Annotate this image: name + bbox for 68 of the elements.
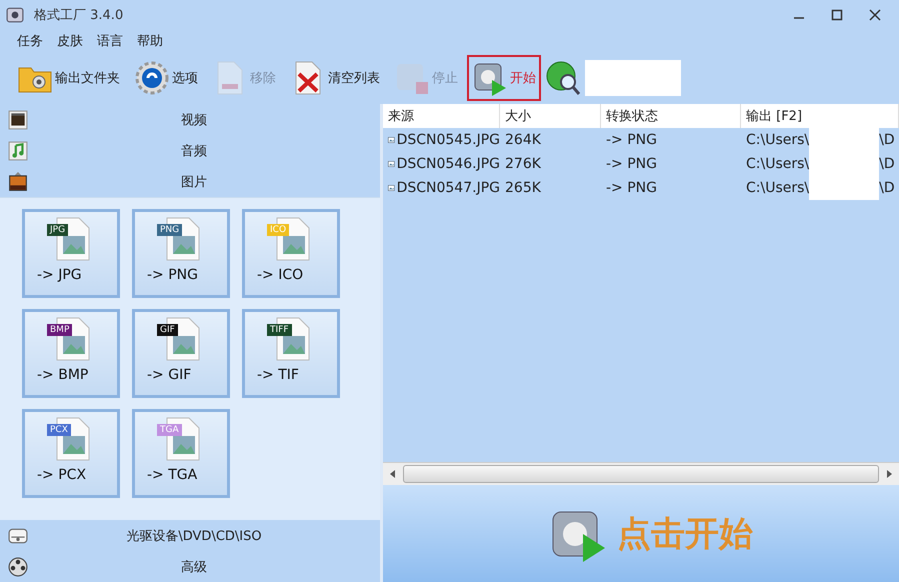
category-item[interactable]: 光驱设备\DVD\CD\ISO [0,520,380,551]
format-tag: TGA [157,424,182,436]
gear-icon [134,60,170,96]
table-cell: DSCN0547.JPG [396,180,500,196]
table-cell-text: 276K [504,156,542,172]
table-cell-text: -> PNG [605,156,658,172]
window-title: 格式工厂 3.4.0 [34,7,124,24]
maximize-icon[interactable] [831,9,843,21]
table-cell-text: -> PNG [605,180,658,196]
toolbar-button[interactable]: 输出文件夹 [12,55,125,101]
menu-item[interactable]: 帮助 [137,32,163,50]
category-item[interactable]: 音频 [0,135,380,166]
close-icon[interactable] [869,9,881,21]
column-header[interactable]: 大小 [500,104,601,128]
category-label: 光驱设备\DVD\CD\ISO [125,528,263,544]
format-tile[interactable]: JPG -> JPG [22,209,120,298]
category-item[interactable]: 视频 [0,104,380,135]
format-tile[interactable]: BMP -> BMP [22,309,120,398]
left-arrow-icon[interactable] [390,470,396,478]
right-arrow-icon[interactable] [886,470,892,478]
table-cell: C:\Users\ [746,132,810,148]
category-label: 音频 [180,142,208,160]
table-cell: \D [879,132,895,148]
table-cell: DSCN0545.JPG [396,132,500,148]
format-tag: PNG [157,224,182,236]
menu-item[interactable]: 任务 [17,32,43,50]
table-cell: C:\Users\ [746,180,810,196]
format-tag: JPG [47,224,68,236]
horizontal-scrollbar[interactable] [383,462,899,485]
table-cell: DSCN0546.JPG [396,156,500,172]
table-cell: \D [879,156,895,172]
format-tag: BMP [47,324,72,336]
format-tile[interactable]: GIF -> GIF [132,309,230,398]
clapperboard-icon [8,110,28,130]
image-file-icon [388,182,395,194]
sunset-picture-icon [8,172,28,192]
category-item[interactable]: 高级 [0,551,380,582]
format-tile[interactable]: PNG -> PNG [132,209,230,298]
table-cell-text: -> PNG [605,132,658,148]
image-file-icon [388,134,395,146]
toolbar-button[interactable]: 开始 [467,55,541,101]
category-label: 视频 [180,112,208,128]
toolbar-button[interactable]: 清空列表 [285,55,385,101]
format-tag: GIF [157,324,178,336]
globe-search-icon[interactable] [545,60,581,96]
film-reel-icon [8,556,28,576]
image-file-icon [388,158,395,170]
column-header[interactable]: 来源 [383,104,500,128]
format-tile[interactable]: ICO -> ICO [242,209,340,298]
table-cell: C:\Users\ [746,156,810,172]
redacted-block [809,176,880,200]
music-note-icon [8,140,28,160]
table-cell-text: 265K [504,180,542,196]
table-cell: \D [879,180,895,196]
format-tile[interactable]: PCX -> PCX [22,409,120,498]
format-tile[interactable]: TIFF -> TIF [242,309,340,398]
category-label: 高级 [180,558,208,576]
toolbar-button[interactable]: 选项 [129,55,203,101]
menu-item[interactable]: 语言 [97,32,123,50]
category-label: 图片 [180,174,208,190]
table-cell-text: 264K [504,132,542,148]
format-tag: ICO [267,224,290,236]
format-tag: TIFF [267,324,292,336]
column-header[interactable]: 转换状态 [601,104,741,128]
format-tag: PCX [47,424,71,436]
format-tile[interactable]: TGA -> TGA [132,409,230,498]
menu-item[interactable]: 皮肤 [57,32,83,50]
app-icon [6,6,24,24]
